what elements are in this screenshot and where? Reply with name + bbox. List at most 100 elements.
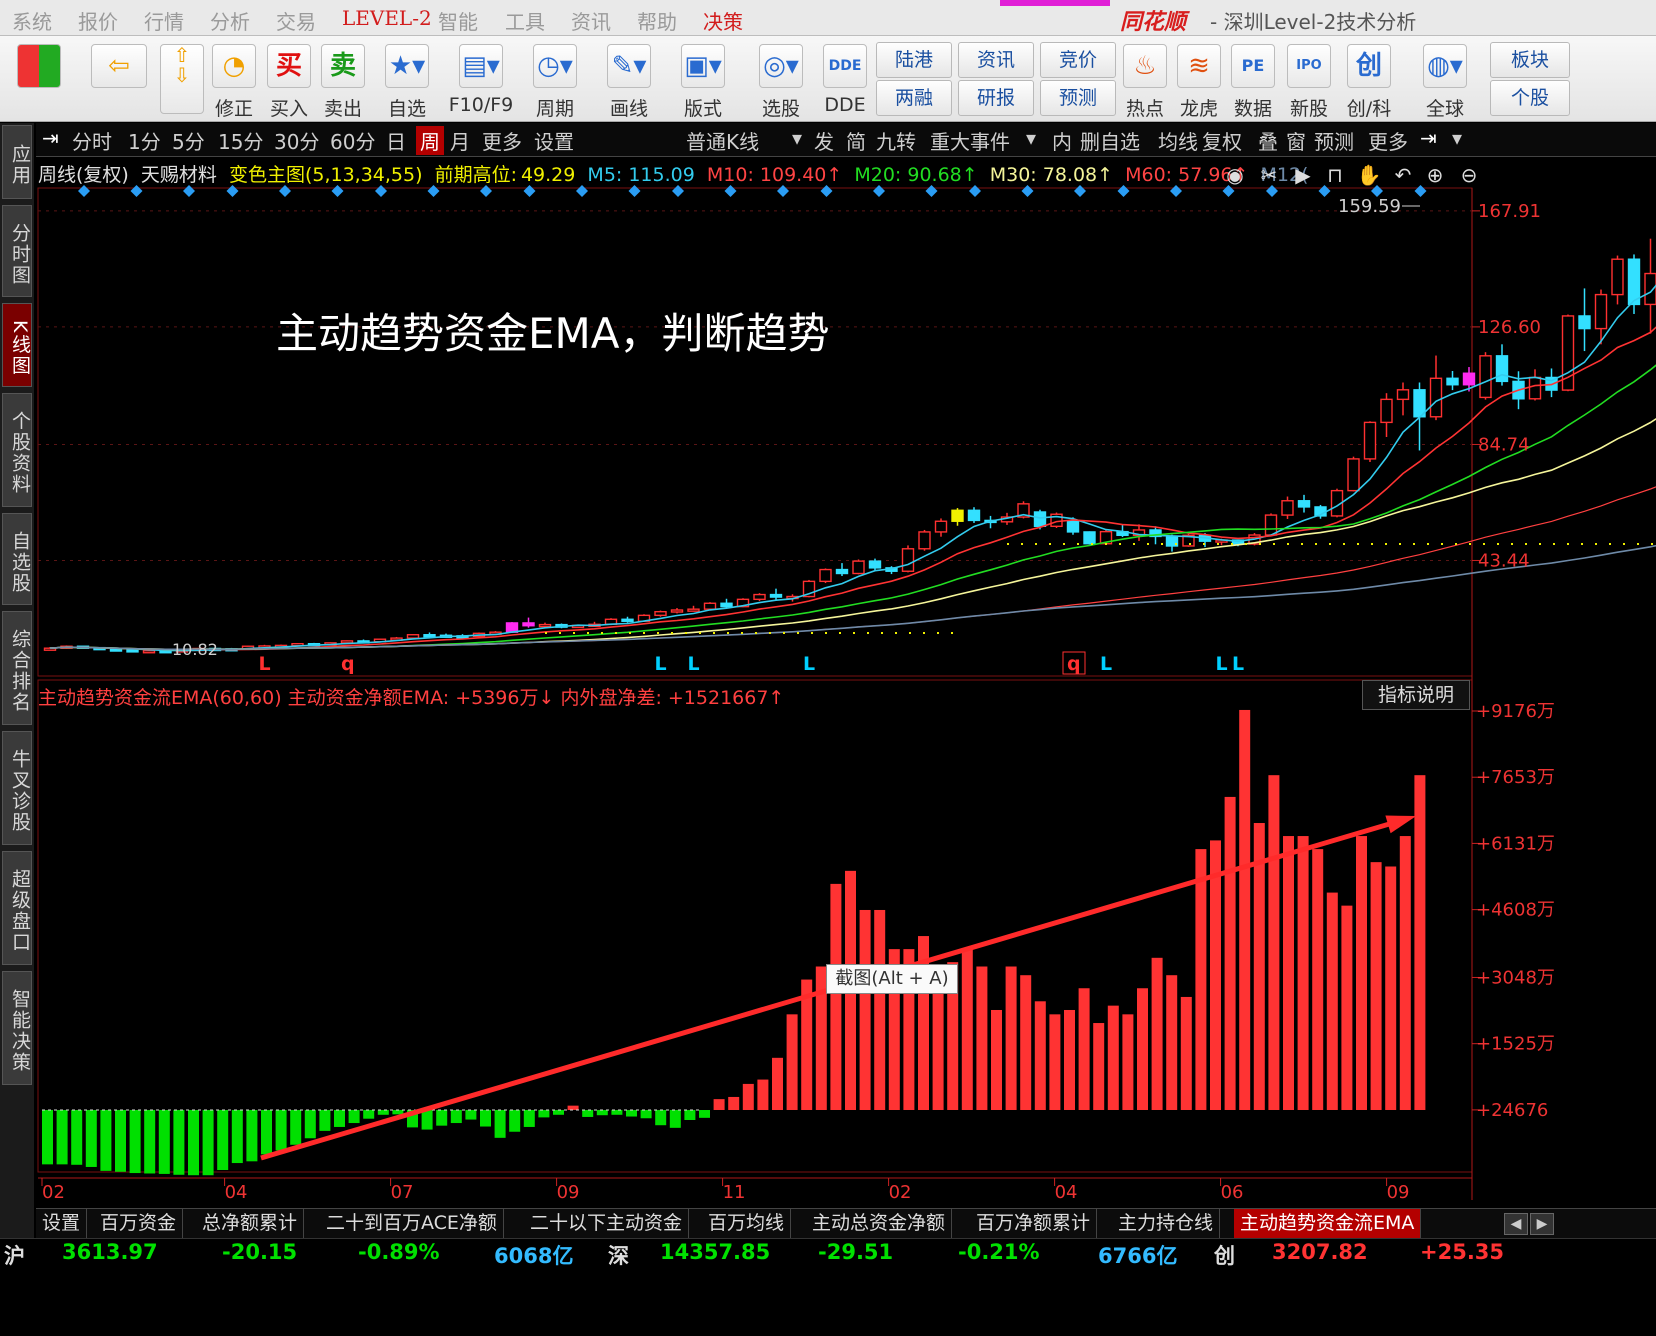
candle-body [1429,377,1443,418]
chart-canvas: 167.91126.6084.7443.44 LqLLLqLLL 159.591… [37,185,1656,1203]
indicator-bar [1005,966,1017,1110]
indicator-bar [85,1110,97,1167]
ma-line [49,418,1656,651]
ma30-value: M30: 78.08↑ [989,164,1114,186]
indicator-y-axis: +9176万 +7653万 +6131万 +4608万 +3048万 +1525万 +246… [1472,701,1555,1121]
indicator-bar [553,1110,564,1115]
indicator-tick-label: +6131万 [1476,833,1555,854]
candle-body [1297,500,1311,508]
high-price-label: 159.59 [1338,196,1401,217]
tab-million-net-cumulative[interactable]: 百万净额累计 [970,1209,1098,1239]
diff-value: +1521667↑ [667,687,785,709]
undo-icon[interactable]: ↶ [1390,162,1416,188]
x-axis: 02 04 07 09 11 02 04 06 09 [41,1178,1410,1203]
indicator-name[interactable]: 主动趋势资金流EMA(60,60) [38,687,282,709]
tab-next-icon[interactable]: ▶ [1530,1213,1554,1235]
indicator-help-button[interactable]: 指标说明 [1362,680,1470,710]
play-icon[interactable]: ▶ [1290,162,1316,188]
gridlines [38,210,1472,561]
sh-index: 3613.97 [62,1240,158,1264]
candle-body [654,610,667,617]
indicator-bar [377,1110,389,1115]
indicator-bar [640,1110,652,1119]
indicator-bar [830,883,842,1110]
tab-active-trend-ema[interactable]: 主动趋势资金流EMA [1234,1209,1422,1239]
signal-mark: q [1067,653,1081,675]
candle-body [753,593,766,601]
eye-icon[interactable]: ◉ [1222,162,1248,188]
ma5-value: M5: 115.09 [587,164,695,186]
candle-body [621,618,634,622]
indicator-bar [1064,1009,1075,1110]
tab-settings[interactable]: 设置 [36,1209,88,1239]
indicator-tick-label: +7653万 [1476,767,1555,788]
indicator-bar [1166,975,1178,1110]
hand-icon[interactable]: ✋ [1356,162,1382,188]
cy-change: +25.35 [1420,1240,1505,1264]
indicator-bar [859,909,871,1110]
main-indicator-name[interactable]: 变色主图(5,13,34,55) [229,164,423,186]
lock-icon[interactable]: ⊓ [1322,162,1348,188]
indicator-bar [567,1105,579,1110]
indicator-bar [1137,988,1148,1110]
signal-mark: L [803,653,815,675]
indicator-bar [480,1110,491,1127]
candle-body [1462,372,1476,386]
indicator-bar [538,1110,550,1118]
zoom-out-icon[interactable]: ⊖ [1456,162,1482,188]
signal-mark: L [1100,653,1112,675]
indicator-bar [1151,957,1163,1110]
cy-index: 3207.82 [1272,1240,1368,1264]
indicator-bar [669,1110,681,1128]
candle-body [1066,520,1080,533]
tab-ace-net[interactable]: 二十到百万ACE净额 [320,1209,504,1239]
indicator-bar [1180,996,1192,1110]
indicator-bar [713,1099,725,1110]
indicator-bar [742,1083,754,1110]
indicator-bar [450,1110,462,1124]
x-tick-label: 06 [1221,1182,1244,1203]
indicator-bar [42,1110,53,1165]
indicator-bar [363,1110,375,1119]
tab-active-total-net[interactable]: 主动总资金净额 [806,1209,953,1239]
cy-label: 创 [1214,1244,1235,1268]
indicator-bar [961,949,973,1110]
tab-main-position[interactable]: 主力持仓线 [1112,1209,1221,1239]
candle-body [538,623,552,628]
candle-body [868,560,882,569]
candle-body [126,649,139,653]
tab-prev-icon[interactable]: ◀ [1504,1213,1528,1235]
indicator-bar [334,1110,345,1127]
trend-arrow-head [1385,815,1417,834]
scissors-icon[interactable]: ✂ [1256,162,1282,188]
indicator-bar [757,1079,769,1110]
period-label: 周线(复权) [38,164,129,186]
candle-body [670,609,684,613]
indicator-bar [509,1110,521,1132]
indicator-bar [1195,849,1207,1110]
tab-million-funds[interactable]: 百万资金 [94,1209,184,1239]
diff-label: 内外盘净差: [560,687,662,709]
x-tick-label: 02 [889,1182,912,1203]
indicator-bar [158,1110,170,1174]
signal-mark: q [341,653,355,675]
net-value: +5396万↓ [455,687,555,709]
tab-active-small[interactable]: 二十以下主动资金 [524,1209,690,1239]
indicator-bar [1224,796,1236,1110]
candle-body [505,622,519,633]
candle-body [1033,511,1047,528]
tab-million-ma[interactable]: 百万均线 [702,1209,792,1239]
indicator-bar [1107,1005,1119,1110]
indicator-bar [611,1110,623,1115]
candle-body [769,593,783,598]
tab-total-net[interactable]: 总净额累计 [196,1209,305,1239]
x-tick-label: 07 [391,1182,414,1203]
indicator-bar [100,1110,112,1171]
sh-label: 沪 [4,1244,25,1268]
stock-name: 天赐材料 [140,164,217,186]
candle-body [1363,421,1377,460]
indicator-header: 主动趋势资金流EMA(60,60) 主动资金净额EMA: +5396万↓ 内外盘… [38,683,784,710]
zoom-in-icon[interactable]: ⊕ [1422,162,1448,188]
indicator-bar [786,1014,798,1110]
indicator-bar [173,1110,185,1175]
